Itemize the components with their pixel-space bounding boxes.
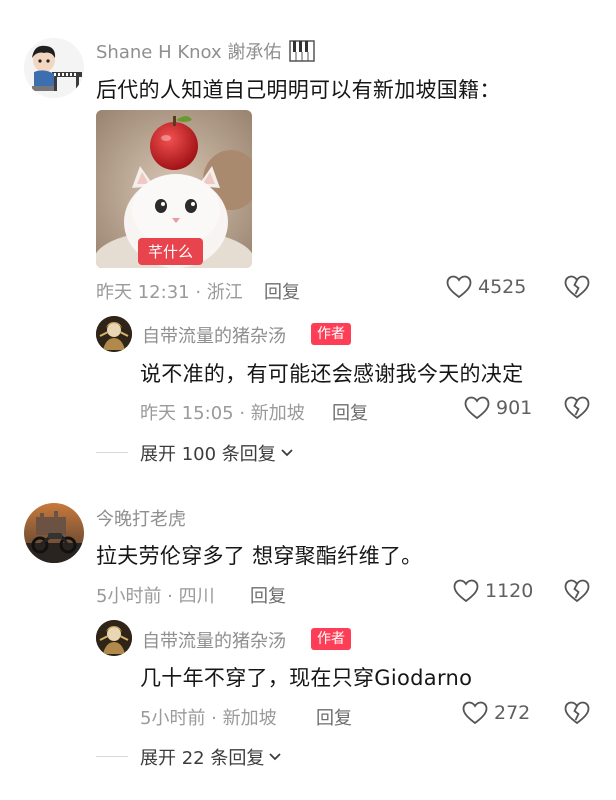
avatar[interactable]: [24, 503, 84, 563]
reply-username[interactable]: 自带流量的猪杂汤: [142, 627, 286, 653]
comment-username[interactable]: 今晚打老虎: [96, 505, 186, 531]
comment-meta: 5小时前 · 四川: [96, 586, 215, 607]
like-count: 1120: [485, 580, 534, 602]
comment-text: 后代的人知道自己明明可以有新加坡国籍：: [96, 78, 501, 102]
comment-meta: 昨天 12:31 · 浙江: [96, 282, 243, 303]
heart-outline-icon: [446, 275, 472, 299]
avatar-character-icon: [96, 316, 132, 352]
avatar[interactable]: [96, 620, 132, 656]
reply-button[interactable]: 回复: [316, 704, 352, 730]
dislike-button[interactable]: [564, 275, 590, 303]
dislike-button[interactable]: [564, 701, 590, 729]
avatar-cartoon-icon: [24, 38, 84, 98]
expand-replies-button[interactable]: 展开 22 条回复: [140, 744, 282, 770]
avatar[interactable]: [96, 316, 132, 352]
like-button[interactable]: 4525: [446, 275, 526, 299]
like-count: 4525: [478, 276, 527, 298]
dislike-button[interactable]: [564, 396, 590, 424]
like-button[interactable]: 272: [462, 701, 530, 725]
expand-label: 展开 22 条回复: [140, 748, 265, 769]
reply-username[interactable]: 自带流量的猪杂汤: [142, 322, 286, 348]
expand-replies-button[interactable]: 展开 100 条回复: [140, 440, 294, 466]
author-badge: 作者: [311, 323, 351, 345]
expand-divider: [96, 452, 128, 453]
like-button[interactable]: 901: [464, 396, 532, 420]
like-button[interactable]: 1120: [453, 579, 533, 603]
comment-text: 拉夫劳伦穿多了 想穿聚酯纤维了。: [96, 544, 423, 568]
expand-label: 展开 100 条回复: [140, 444, 276, 465]
reply-text: 说不准的，有可能还会感谢我今天的决定: [140, 362, 524, 386]
broken-heart-icon: [564, 275, 590, 299]
comment-sticker[interactable]: 芊什么: [96, 110, 252, 268]
like-count: 901: [496, 397, 533, 419]
author-badge: 作者: [311, 628, 351, 650]
reply-button[interactable]: 回复: [250, 582, 286, 608]
avatar-motorcycle-icon: [24, 503, 84, 563]
reply-meta: 5小时前 · 新加坡: [140, 708, 277, 729]
reply-text: 几十年不穿了，现在只穿Giodarno: [140, 666, 473, 690]
chevron-down-icon: [269, 753, 281, 761]
heart-outline-icon: [453, 579, 479, 603]
expand-divider: [96, 756, 128, 757]
dislike-button[interactable]: [564, 579, 590, 607]
broken-heart-icon: [564, 701, 590, 725]
broken-heart-icon: [564, 396, 590, 420]
sticker-caption: 芊什么: [138, 238, 204, 265]
reply-button[interactable]: 回复: [264, 278, 300, 304]
avatar-character-icon: [96, 620, 132, 656]
reply-button[interactable]: 回复: [332, 399, 368, 425]
piano-emoji-icon: [289, 40, 315, 62]
chevron-down-icon: [281, 449, 293, 457]
username-text: Shane H Knox 謝承佑: [96, 42, 282, 63]
comment-username[interactable]: Shane H Knox 謝承佑: [96, 38, 315, 64]
avatar[interactable]: [24, 38, 84, 98]
reply-meta: 昨天 15:05 · 新加坡: [140, 403, 305, 424]
like-count: 272: [494, 702, 531, 724]
broken-heart-icon: [564, 579, 590, 603]
heart-outline-icon: [462, 701, 488, 725]
heart-outline-icon: [464, 396, 490, 420]
